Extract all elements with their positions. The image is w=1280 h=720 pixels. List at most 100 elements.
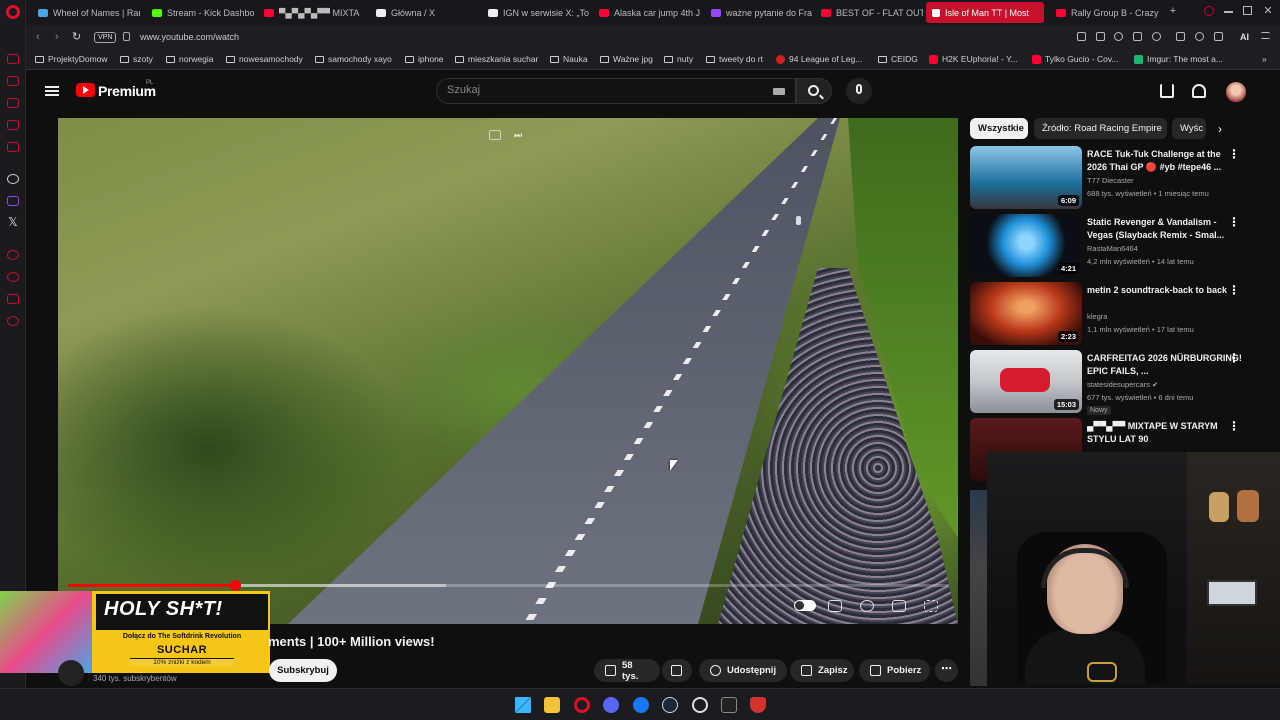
tab[interactable]: ▀▄▀▄▀▄▀▀ MIXTA [258,2,366,23]
channel-avatar[interactable] [58,660,84,686]
more-actions-button[interactable]: ⋯ [935,659,958,682]
video-thumbnail[interactable]: 4:21 [970,214,1082,277]
sidebar-icon-2[interactable] [7,76,19,86]
maximize-icon[interactable] [1243,6,1252,15]
more-options-icon[interactable]: ⋮ [1228,216,1240,228]
bookmark-site[interactable]: 94 League of Leg... [776,54,862,64]
heart-icon[interactable] [1152,32,1161,41]
more-options-icon[interactable]: ⋮ [1228,284,1240,296]
bookmark-folder[interactable]: Ważne jpg [600,54,653,64]
reload-icon[interactable]: ↻ [72,31,81,43]
bookmark-site[interactable]: Tylko Gucio - Cov... [1032,54,1119,64]
extensions-icon[interactable] [1176,32,1185,41]
vpn-badge[interactable]: VPN [94,32,117,43]
opera-logo-icon[interactable] [6,5,20,19]
tab[interactable]: Stream - Kick Dashbo [146,2,254,23]
more-options-icon[interactable]: ⋮ [1228,420,1240,432]
share-button[interactable]: Udostępnij [699,659,787,682]
bookmark-site[interactable]: H2K EUphoria! - Y... [929,54,1018,64]
menu-icon[interactable] [45,86,59,96]
recommendation-title[interactable]: Static Revenger & Vandalism - Vegas (Sla… [1087,216,1242,241]
download-button[interactable]: Pobierz [859,659,930,682]
bookmark-folder[interactable]: iphone [405,54,444,64]
opera-gx-icon[interactable] [574,697,590,713]
subtitles-icon[interactable] [828,600,842,612]
close-icon[interactable]: ✕ [1262,5,1274,17]
twitch-icon[interactable] [7,196,19,206]
sidebar-icon-4[interactable] [7,120,19,130]
chip-racing[interactable]: Wyśc [1172,118,1206,139]
recommendation-channel[interactable]: klegra [1087,312,1107,321]
bookmark-folder[interactable]: szoty [120,54,153,64]
tab[interactable]: Rally Group B - Crazy [1050,2,1168,23]
miniplayer-icon[interactable] [489,130,501,140]
bookmark-icon[interactable] [1077,32,1086,41]
x-icon[interactable]: 𝕏 [8,216,18,228]
windows-start-icon[interactable] [515,697,531,713]
tab[interactable]: Wheel of Names | Ran [32,2,140,23]
chevron-right-icon[interactable]: › [1212,121,1228,137]
avatar[interactable] [1226,82,1246,102]
back-icon[interactable]: ‹ [36,31,40,43]
subscribe-button[interactable]: Subskrybuj [269,659,337,682]
video-thumbnail[interactable]: 6:09 [970,146,1082,209]
adblock-icon[interactable] [1114,32,1123,41]
settings-icon[interactable] [860,600,874,612]
more-bookmarks-icon[interactable]: » [1262,54,1267,64]
file-explorer-icon[interactable] [544,697,560,713]
download-icon[interactable] [1214,32,1223,41]
recommendation-item[interactable]: 4:21 Static Revenger & Vandalism - Vegas… [970,214,1265,280]
recommendation-channel[interactable]: T77 Diecaster [1087,176,1134,185]
next-video-icon[interactable]: ⏭ [514,130,526,140]
discord-icon[interactable] [603,697,619,713]
url-field[interactable]: www.youtube.com/watch [140,32,239,42]
chatgpt-icon[interactable] [7,174,19,184]
sidebar-icon-3[interactable] [7,98,19,108]
save-button[interactable]: Zapisz [790,659,854,682]
search-button[interactable] [796,78,832,104]
chip-source[interactable]: Źródło: Road Racing Empire [1034,118,1167,139]
more-options-icon[interactable]: ⋮ [1228,148,1240,160]
bookmark-folder[interactable]: Nauka [550,54,588,64]
more-options-icon[interactable]: ⋮ [1228,352,1240,364]
new-tab-button[interactable]: + [1167,5,1179,17]
autoplay-toggle[interactable] [794,600,816,611]
search-box[interactable] [436,78,796,104]
recommendation-title[interactable]: RACE Tuk-Tuk Challenge at the 2026 Thai … [1087,148,1242,173]
recommendation-item[interactable]: 15:03 CARFREITAG 2026 NÜRBURGRING! EPIC … [970,350,1265,416]
bookmark-folder[interactable]: CEIDG [878,54,918,64]
messenger-icon[interactable] [633,697,649,713]
bookmark-folder[interactable]: tweety do rt [706,54,763,64]
fullscreen-icon[interactable] [924,600,938,612]
bookmark-folder[interactable]: norwegia [166,54,214,64]
upload-icon[interactable] [1160,84,1174,98]
sidebar-icon-7[interactable] [7,294,19,304]
bookmark-folder[interactable]: samochody xayo [315,54,392,64]
player-icon[interactable] [1133,32,1142,41]
brave-icon[interactable] [750,697,766,713]
video-player[interactable]: ⏭ [58,118,958,624]
steam-icon[interactable] [662,697,678,713]
bookmark-folder[interactable]: mieszkania suchar [455,54,538,64]
like-button[interactable]: 58 tys. [594,659,660,682]
bookmark-folder[interactable]: nuty [664,54,693,64]
notifications-icon[interactable] [1192,84,1206,98]
recommendation-item[interactable]: 6:09 RACE Tuk-Tuk Challenge at the 2026 … [970,146,1265,212]
tab[interactable]: Alaska car jump 4th J [593,2,701,23]
video-thumbnail[interactable]: 2:23 [970,282,1082,345]
tab-active[interactable]: Isle of Man TT | Most [926,2,1044,23]
bookmark-folder[interactable]: nowesamochody [226,54,303,64]
bookmark-folder[interactable]: ProjektyDomow [35,54,108,64]
video-thumbnail[interactable]: 15:03 [970,350,1082,413]
youtube-logo-icon[interactable] [76,83,95,97]
terminal-icon[interactable] [721,697,737,713]
sidebar-icon-6[interactable] [7,250,19,260]
recommendation-channel[interactable]: RastaMan6464 [1087,244,1138,253]
sidebar-icon-1[interactable] [7,54,19,64]
voice-search-button[interactable] [846,78,872,104]
tab[interactable]: ważne pytanie do Fra [705,2,813,23]
menu-icon[interactable] [1261,32,1270,39]
bookmark-site[interactable]: Imgur: The most a... [1134,54,1223,64]
search-input[interactable] [447,84,747,96]
obs-icon[interactable] [692,697,708,713]
